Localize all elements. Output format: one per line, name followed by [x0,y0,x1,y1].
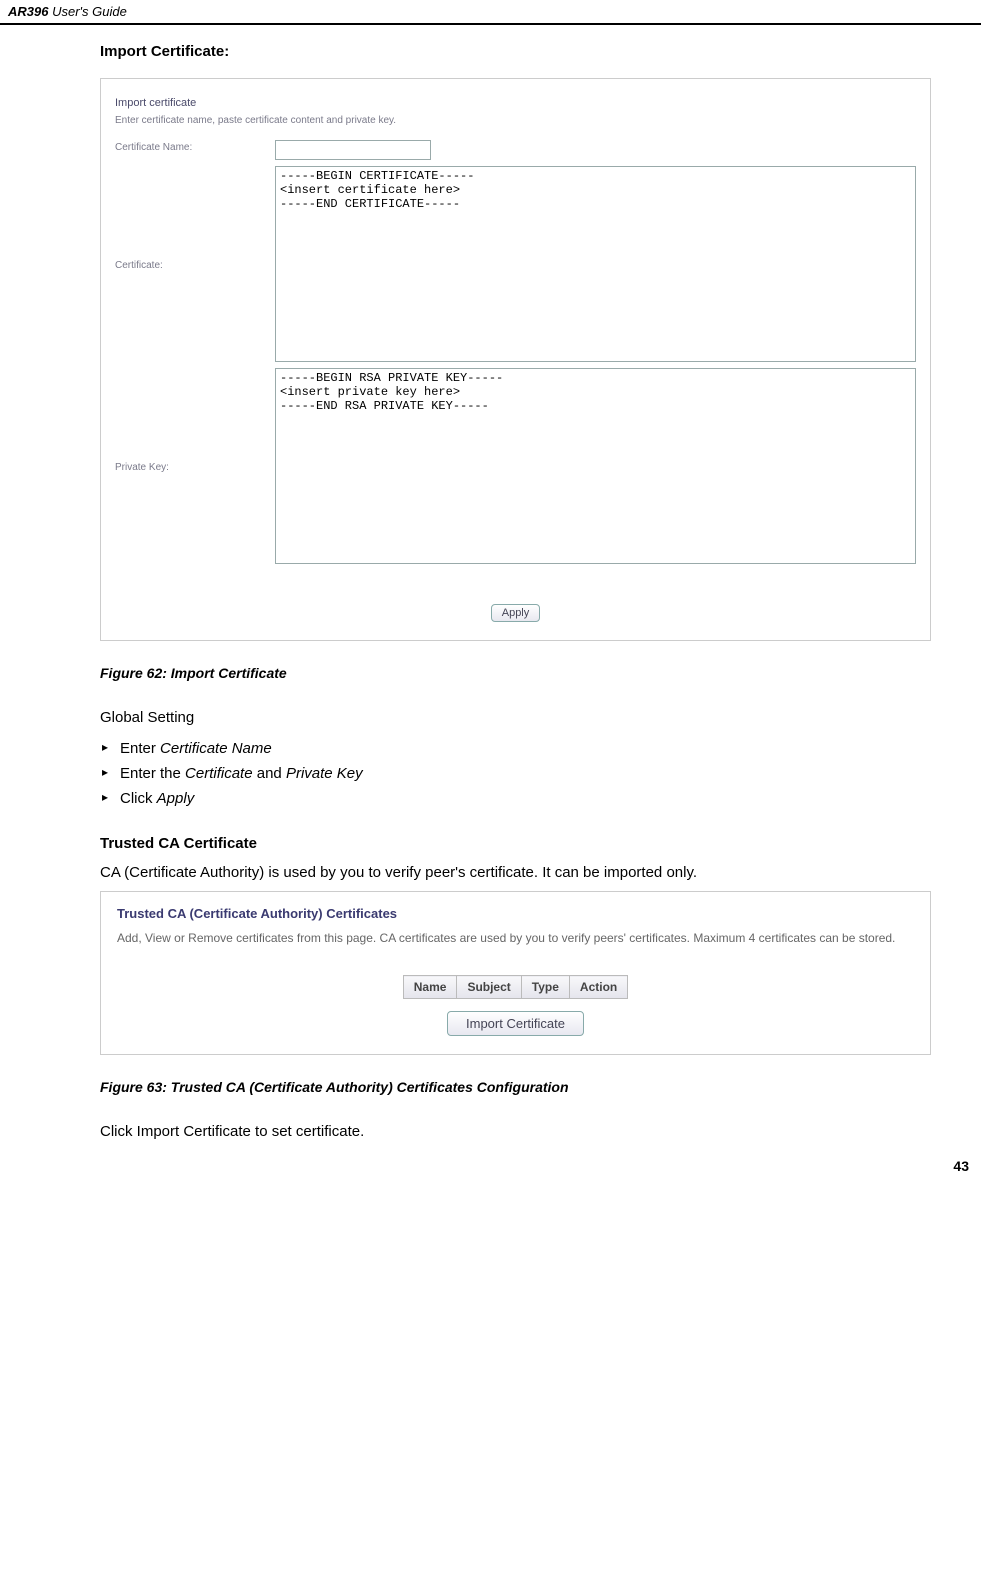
b2-d: Private Key [286,765,363,782]
page-number: 43 [0,1150,981,1180]
b2-b: Certificate [185,765,253,782]
global-setting-title: Global Setting [100,709,931,726]
col-subject: Subject [457,976,521,999]
ca-table-header-row: Name Subject Type Action [403,976,628,999]
col-action: Action [569,976,627,999]
ca-panel-title: Trusted CA (Certificate Authority) Certi… [117,906,914,921]
panel-title: Import certificate [115,97,916,109]
ca-table-wrap: Name Subject Type Action Import Certific… [117,975,914,1036]
cert-name-input[interactable] [275,140,431,160]
b3-b: Apply [157,790,195,807]
import-cert-panel: Import certificate Enter certificate nam… [100,78,931,641]
cert-textarea[interactable] [275,166,916,362]
trusted-ca-panel: Trusted CA (Certificate Authority) Certi… [100,891,931,1055]
label-key: Private Key: [115,460,275,473]
row-cert-name: Certificate Name: [115,140,916,160]
figure-63-caption: Figure 63: Trusted CA (Certificate Autho… [100,1079,931,1095]
col-name: Name [403,976,457,999]
row-cert: Certificate: [115,166,916,362]
label-cert: Certificate: [115,258,275,271]
ca-table: Name Subject Type Action [403,975,629,999]
b1-a: Enter [120,740,160,757]
bullet-1: Enter Certificate Name [100,736,931,761]
ca-intro: CA (Certificate Authority) is used by yo… [100,864,931,881]
trusted-ca-heading: Trusted CA Certificate [100,835,931,852]
bullet-list: Enter Certificate Name Enter the Certifi… [100,736,931,811]
header-title: AR396 User's Guide [8,4,127,19]
guide-label: User's Guide [52,4,127,19]
b1-b: Certificate Name [160,740,272,757]
import-certificate-button[interactable]: Import Certificate [447,1011,584,1036]
row-key: Private Key: [115,368,916,564]
apply-button[interactable]: Apply [491,604,541,622]
bullet-3: Click Apply [100,786,931,811]
page-content: Import Certificate: Import certificate E… [0,25,981,1140]
col-type: Type [521,976,569,999]
apply-row: Apply [115,604,916,622]
figure-62-caption: Figure 62: Import Certificate [100,665,931,681]
ca-outro: Click Import Certificate to set certific… [100,1123,931,1140]
key-textarea[interactable] [275,368,916,564]
b2-c: and [253,765,286,782]
product-name: AR396 [8,4,48,19]
page-header: AR396 User's Guide [0,0,981,25]
panel-subtitle: Enter certificate name, paste certificat… [115,115,916,126]
b2-a: Enter the [120,765,185,782]
bullet-2: Enter the Certificate and Private Key [100,761,931,786]
label-cert-name: Certificate Name: [115,140,275,153]
import-cert-heading: Import Certificate: [100,43,931,60]
b3-a: Click [120,790,157,807]
ca-panel-desc: Add, View or Remove certificates from th… [117,931,914,945]
